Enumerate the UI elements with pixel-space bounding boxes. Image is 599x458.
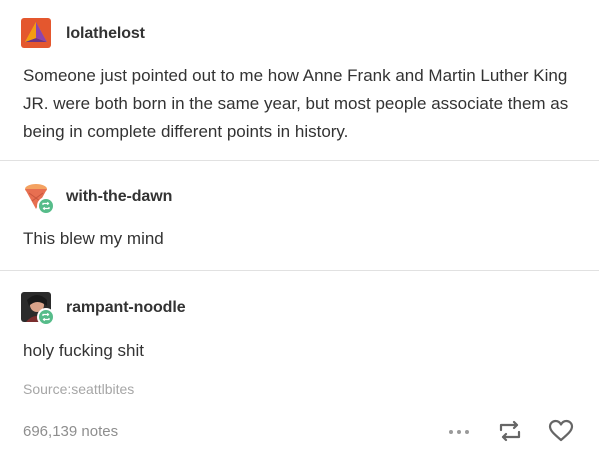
post-text-reblog-2: holy fucking shit: [23, 341, 144, 360]
avatar-with-the-dawn[interactable]: [21, 181, 55, 215]
username-lolathelost[interactable]: lolathelost: [66, 25, 145, 43]
divider: [0, 160, 599, 161]
more-options-icon[interactable]: [446, 422, 472, 442]
reblog-icon[interactable]: [496, 418, 524, 444]
triangle-logo-icon: [21, 18, 51, 48]
reblog-badge-icon: [37, 308, 55, 326]
notes-count[interactable]: 696,139 notes: [23, 423, 118, 440]
avatar-lolathelost[interactable]: [21, 18, 51, 48]
divider: [0, 270, 599, 271]
avatar-rampant-noodle[interactable]: [21, 292, 55, 326]
post-text-original: Someone just pointed out to me how Anne …: [23, 66, 569, 141]
reblog-badge-icon: [37, 197, 55, 215]
username-with-the-dawn[interactable]: with-the-dawn: [66, 188, 172, 206]
post-text-reblog-1: This blew my mind: [23, 229, 164, 248]
source-link[interactable]: Source:seattlbites: [23, 381, 134, 397]
like-heart-icon[interactable]: [546, 417, 576, 445]
username-rampant-noodle[interactable]: rampant-noodle: [66, 299, 186, 317]
